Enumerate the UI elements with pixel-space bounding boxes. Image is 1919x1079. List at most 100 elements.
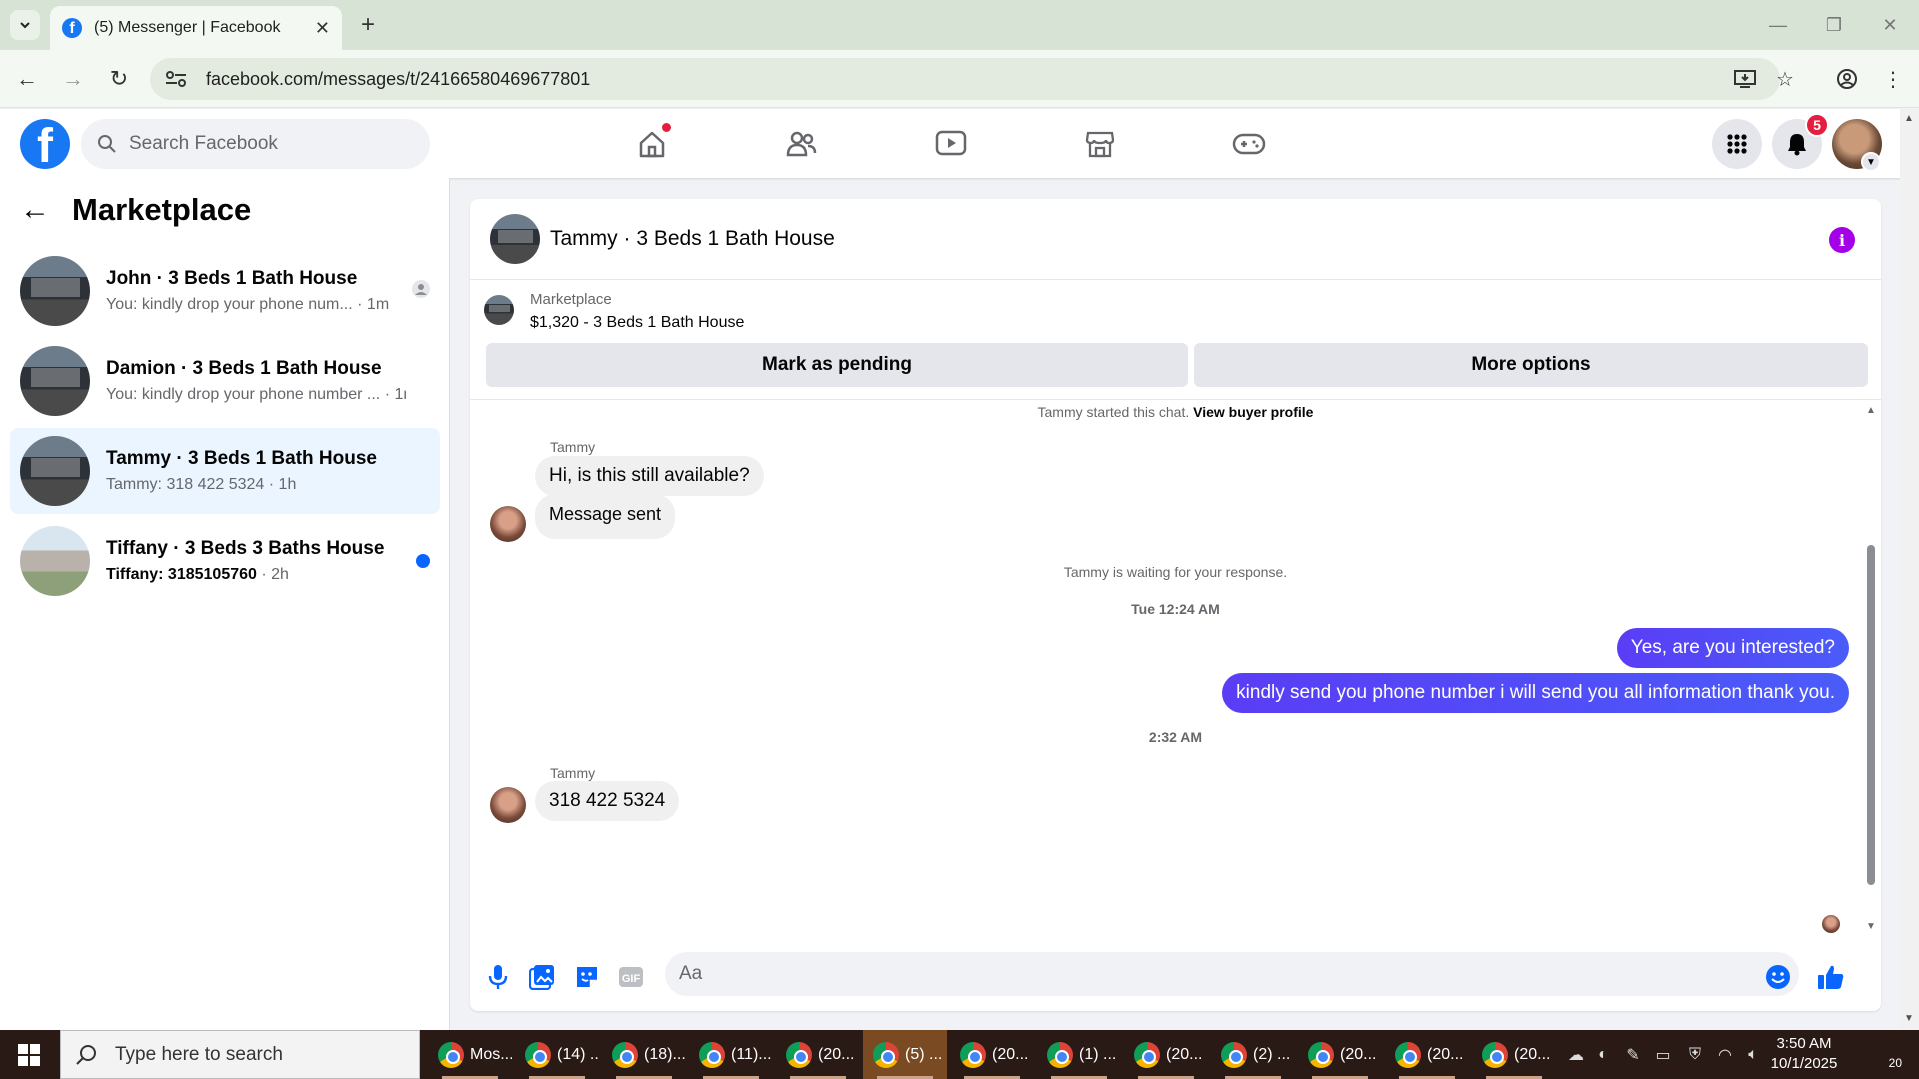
taskbar-app[interactable]: (20... [1298,1030,1382,1079]
conversation-preview: Tiffany: 3185105760 [106,566,257,583]
incoming-message[interactable]: 318 422 5324 [535,781,680,821]
tab-close-icon[interactable]: ✕ [315,18,330,39]
chrome-icon [1395,1041,1421,1068]
listing-summary[interactable]: Marketplace $1,320 - 3 Beds 1 Bath House [484,291,744,332]
taskbar-app[interactable]: (14) ... [515,1030,599,1079]
taskbar-app[interactable]: (20... [1124,1030,1208,1079]
chevron-down-icon [20,22,30,29]
edge-icon[interactable]: ◐ [1592,1044,1614,1066]
scroll-down-arrow-icon[interactable]: ▼ [1904,1013,1914,1024]
site-settings-icon[interactable] [164,69,188,89]
account-chevron-icon[interactable]: ▼ [1861,152,1881,172]
taskbar-app[interactable]: (2) ... [1211,1030,1295,1079]
scroll-up-arrow-icon[interactable]: ▲ [1865,405,1877,416]
conversation-item-damion[interactable]: Damion · 3 Beds 1 Bath House You: kindly… [10,338,440,424]
tab-search-dropdown[interactable] [10,10,40,40]
mark-as-pending-button[interactable]: Mark as pending [486,343,1188,387]
profile-account-icon[interactable] [1832,64,1862,94]
taskbar-app-label: (18)... [644,1045,686,1063]
chrome-icon [1221,1041,1247,1068]
gif-icon[interactable]: GIF [616,962,646,992]
facebook-favicon-icon: f [62,18,82,38]
chrome-icon [438,1041,464,1068]
emoji-icon[interactable] [1763,962,1793,992]
chrome-icon [1134,1041,1160,1068]
notification-center-icon[interactable]: 20 [1868,1040,1902,1070]
home-nav-icon[interactable] [629,121,675,167]
outgoing-message[interactable]: Yes, are you interested? [1616,628,1849,668]
facebook-logo-icon[interactable]: f [20,119,70,169]
taskbar-app[interactable]: (11)... [689,1030,773,1079]
like-thumbs-up-icon[interactable] [1816,962,1846,992]
info-icon[interactable]: i [1829,227,1855,253]
taskbar-app[interactable]: (20... [950,1030,1034,1079]
more-options-button[interactable]: More options [1194,343,1868,387]
taskbar-search-box[interactable]: Type here to search [60,1030,420,1079]
search-placeholder: Search Facebook [129,133,278,154]
message-input[interactable] [665,952,1799,996]
scrollbar-thumb[interactable] [1867,545,1875,885]
svg-text:GIF: GIF [622,973,641,985]
grid-icon [1727,134,1747,154]
taskbar-app-label: (20... [818,1045,855,1063]
gaming-nav-icon[interactable] [1226,121,1272,167]
windows-start-icon[interactable] [0,1030,58,1079]
friends-nav-icon[interactable] [778,121,824,167]
taskbar-app[interactable]: (1) ... [1037,1030,1121,1079]
conversation-name: Damion · 3 Beds 1 Bath House [106,358,382,379]
microphone-icon[interactable] [483,962,513,992]
taskbar-app[interactable]: (20... [1385,1030,1469,1079]
scroll-down-arrow-icon[interactable]: ▼ [1865,921,1877,932]
scroll-up-arrow-icon[interactable]: ▲ [1904,113,1914,124]
taskbar-app[interactable]: Mos... [428,1030,512,1079]
browser-menu-icon[interactable]: ⋮ [1878,64,1908,94]
page-scrollbar[interactable]: ▲ ▼ [1900,109,1919,1030]
chat-title[interactable]: Tammy · 3 Beds 1 Bath House [550,227,835,251]
chat-started-notice: Tammy started this chat. View buyer prof… [470,404,1881,420]
new-tab-button[interactable]: + [353,10,383,40]
back-arrow-icon[interactable]: ← [20,193,50,227]
browser-tab-active[interactable]: f (5) Messenger | Facebook ✕ [50,6,342,50]
sender-avatar[interactable] [490,506,526,542]
taskbar-app-label: Mos... [470,1045,512,1063]
taskbar-app[interactable]: (18)... [602,1030,686,1079]
facebook-search-box[interactable]: Search Facebook [81,119,430,169]
outgoing-message[interactable]: kindly send you phone number i will send… [1222,673,1849,713]
pen-icon[interactable]: ✎ [1622,1044,1644,1066]
restore-window-icon[interactable]: ❐ [1814,10,1854,40]
attach-photo-icon[interactable] [527,962,557,992]
message-scrollbar[interactable]: ▲ ▼ [1865,405,1877,935]
search-icon [76,1044,96,1065]
bookmark-star-icon[interactable]: ☆ [1770,64,1800,94]
battery-icon[interactable]: ▭ [1652,1044,1674,1066]
conversation-item-john[interactable]: John · 3 Beds 1 Bath House You: kindly d… [10,248,440,334]
taskbar-app[interactable]: (20... [776,1030,860,1079]
wifi-icon[interactable]: ◠ [1714,1044,1736,1066]
conversation-item-tammy[interactable]: Tammy · 3 Beds 1 Bath House Tammy: 318 4… [10,428,440,514]
sender-avatar[interactable] [490,787,526,823]
security-shield-icon[interactable]: ⛨ [1684,1044,1706,1066]
close-window-icon[interactable]: ✕ [1870,10,1910,40]
cloud-icon[interactable]: ☁ [1565,1044,1587,1066]
taskbar-app-label: (2) ... [1253,1045,1291,1063]
bell-icon [1788,134,1806,156]
taskbar-clock[interactable]: 3:50 AM 10/1/2025 [1760,1034,1848,1074]
url-bar[interactable]: facebook.com/messages/t/2416658046967780… [150,58,1780,100]
conversation-item-tiffany[interactable]: Tiffany · 3 Beds 3 Baths House Tiffany: … [10,518,440,604]
menu-grid-button[interactable] [1712,119,1762,169]
chat-listing-avatar[interactable] [490,214,540,264]
minimize-window-icon[interactable]: — [1758,10,1798,40]
back-arrow-icon[interactable]: ← [12,64,42,94]
reload-icon[interactable]: ↻ [104,64,134,94]
sticker-icon[interactable] [572,962,602,992]
forward-arrow-icon[interactable]: → [58,64,88,94]
taskbar-app[interactable]: (20... [1472,1030,1556,1079]
marketplace-nav-icon[interactable] [1077,121,1123,167]
url-text: facebook.com/messages/t/2416658046967780… [206,68,591,89]
incoming-message[interactable]: Message sent [535,494,676,539]
video-nav-icon[interactable] [928,121,974,167]
view-buyer-profile-link[interactable]: View buyer profile [1193,404,1313,420]
incoming-message[interactable]: Hi, is this still available? [535,456,764,496]
taskbar-app-active[interactable]: (5) ... [863,1030,947,1079]
install-app-icon[interactable] [1730,64,1760,94]
